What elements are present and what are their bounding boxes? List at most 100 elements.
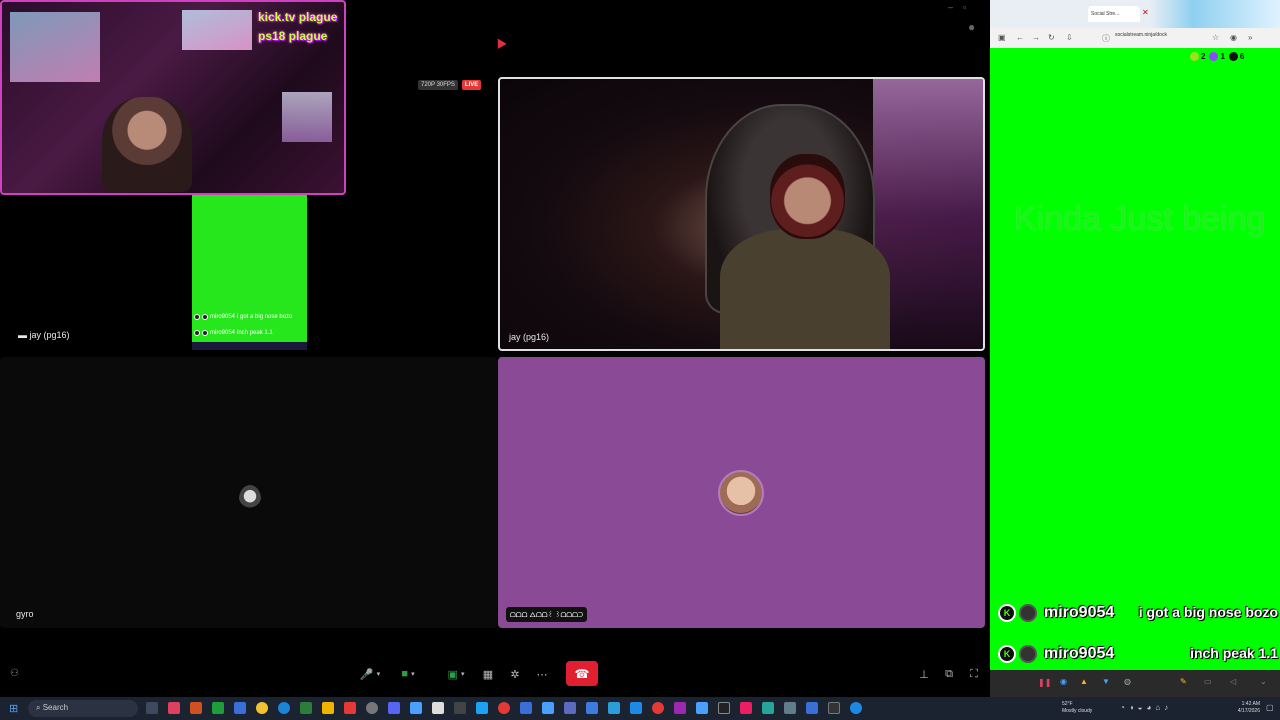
app-icon[interactable] xyxy=(762,702,774,714)
download-icon[interactable]: ⇩ xyxy=(1066,33,1073,42)
chrome-icon[interactable] xyxy=(256,702,268,714)
mini-chat-row: miro9054 inch peak 1.1 xyxy=(194,330,273,336)
hangup-button[interactable]: ☎ xyxy=(566,661,598,686)
mini-chat-text: i got a big nose bozo xyxy=(237,314,293,320)
participant-tile-gyro[interactable]: gyro xyxy=(0,357,497,628)
kick-count: 6 xyxy=(1239,52,1245,61)
app-icon[interactable] xyxy=(168,702,180,714)
app-icon[interactable] xyxy=(498,702,510,714)
app-icon[interactable] xyxy=(608,702,620,714)
edge-icon[interactable] xyxy=(278,702,290,714)
bell-icon[interactable]: ▲ xyxy=(1080,677,1088,686)
highlight-icon[interactable]: ✎ xyxy=(1180,677,1187,686)
green-screen-tile[interactable]: miro9054 i got a big nose bozo miro9054 … xyxy=(192,195,307,350)
app-icon[interactable] xyxy=(454,702,466,714)
app-icon[interactable] xyxy=(476,702,488,714)
close-tab-icon[interactable]: ✕ xyxy=(1142,8,1149,17)
notification-icon[interactable]: ▢ xyxy=(1266,703,1274,712)
obs-icon[interactable] xyxy=(366,702,378,714)
app-icon[interactable] xyxy=(542,702,554,714)
participant-name-label: ▬ jay (pg16) xyxy=(18,330,70,340)
file-explorer-icon[interactable] xyxy=(322,702,334,714)
screenshare-button[interactable]: ▣ ▾ xyxy=(440,666,472,682)
search-icon: ⌕ xyxy=(36,703,41,712)
camera-button[interactable]: ■ ▾ xyxy=(392,666,424,682)
preview-anime-screen xyxy=(10,12,100,82)
pin-button[interactable]: ⊥ xyxy=(917,666,931,682)
app-icon[interactable] xyxy=(850,702,862,714)
fullscreen-button[interactable]: ⛶ xyxy=(967,666,981,682)
filter-icon[interactable]: ▼ xyxy=(1102,677,1110,686)
app-icon[interactable] xyxy=(740,702,752,714)
forward-icon[interactable]: → xyxy=(1032,33,1040,42)
app-icon[interactable] xyxy=(520,702,532,714)
app-icon[interactable] xyxy=(234,702,246,714)
collapse-icon[interactable]: ⌄ xyxy=(1260,677,1267,686)
app-icon[interactable] xyxy=(410,702,422,714)
site-info-icon[interactable]: ⓘ xyxy=(1102,33,1110,44)
clock[interactable]: 1:42 AM 4/17/2026 xyxy=(1226,701,1260,715)
app-icon[interactable] xyxy=(432,702,444,714)
extensions-icon[interactable]: ▣ xyxy=(998,33,1006,42)
microphone-button[interactable]: 🎤 ▾ xyxy=(356,666,384,682)
xbox-icon[interactable] xyxy=(212,702,224,714)
profile-icon[interactable]: ◉ xyxy=(1230,33,1237,42)
participant-name: gyro xyxy=(16,609,34,619)
kick-icon xyxy=(1228,52,1238,62)
app-icon[interactable] xyxy=(696,702,708,714)
main-camera-tile[interactable]: jay (pg16) xyxy=(498,77,985,351)
weather-widget[interactable]: 52°F Mostly cloudy xyxy=(1062,701,1092,715)
more-icon: ⋯ xyxy=(536,668,548,681)
app-icon[interactable] xyxy=(784,702,796,714)
avatar xyxy=(202,314,208,320)
quality-badge: 720P 30FPS xyxy=(418,80,458,90)
live-badge: LIVE xyxy=(461,80,482,90)
windows-start-icon[interactable]: ⊞ xyxy=(9,702,18,715)
app-icon[interactable] xyxy=(344,702,356,714)
stream-preview-tile[interactable]: kick.tv plague ps18 plague xyxy=(0,0,346,195)
app-icon[interactable] xyxy=(674,702,686,714)
weather-desc: Mostly cloudy xyxy=(1062,708,1093,714)
pause-icon[interactable]: ❚❚ xyxy=(1038,678,1051,687)
maximize-icon[interactable]: ▫ xyxy=(963,2,966,12)
settings-icon[interactable]: ◉ xyxy=(1060,677,1067,686)
tools-icon[interactable]: ◍ xyxy=(1124,677,1131,686)
popout-button[interactable]: ⧉ xyxy=(942,666,956,682)
minimize-icon[interactable]: – xyxy=(948,2,953,12)
app-icon[interactable] xyxy=(718,702,730,714)
windows-taskbar: ⊞ ⌕ Search 52°F Mostly cloudy ◔◑◒◕⌂♪ 1:4… xyxy=(0,697,1280,720)
browser-tab[interactable]: Social Stre... xyxy=(1088,6,1140,22)
system-tray-icons[interactable]: ◔◑◒◕⌂♪ xyxy=(1120,703,1172,712)
stream-overlay-title: kick.tv plague ps18 plague xyxy=(258,8,344,46)
app-icon[interactable] xyxy=(564,702,576,714)
app-icon[interactable] xyxy=(190,702,202,714)
mini-toolbar xyxy=(192,342,307,350)
app-icon[interactable] xyxy=(630,702,642,714)
taskbar-search[interactable]: ⌕ Search xyxy=(28,700,138,717)
layout-button[interactable]: ▦ xyxy=(480,666,496,682)
task-view-icon[interactable] xyxy=(146,702,158,714)
chat-message: K miro9054 inch peak 1.1 xyxy=(998,645,1278,663)
app-icon[interactable] xyxy=(806,702,818,714)
app-icon[interactable] xyxy=(586,702,598,714)
viewers-stat: 2 xyxy=(1190,52,1205,62)
participant-tile-purple[interactable]: ᗝᗝᗝ ᐃᗝᗝ꒰ ꒱ᗝᗝᗝᑐ xyxy=(498,357,985,628)
accessibility-icon[interactable]: ⚇ xyxy=(10,668,19,679)
volume-icon[interactable]: ◁ xyxy=(1230,677,1236,686)
back-icon[interactable]: ← xyxy=(1016,33,1024,42)
more-options-button[interactable]: ⋯ xyxy=(534,666,550,682)
discord-icon[interactable] xyxy=(388,702,400,714)
app-icon[interactable] xyxy=(300,702,312,714)
bookmark-star-icon[interactable]: ☆ xyxy=(1212,33,1219,42)
url-field[interactable]: socialstream.ninja/dock xyxy=(1115,32,1185,38)
app-icon[interactable] xyxy=(828,702,840,714)
effects-button[interactable]: ✲ xyxy=(507,666,523,682)
overlay-subtitle-text: ps18 plague xyxy=(258,29,328,43)
app-icon[interactable] xyxy=(652,702,664,714)
kick-icon: K xyxy=(998,604,1016,622)
chat-bubble-icon[interactable]: ● xyxy=(968,20,975,34)
avatar xyxy=(239,485,261,513)
keyboard-icon[interactable]: ▭ xyxy=(1204,677,1212,686)
chevron-right-icon[interactable]: » xyxy=(1248,33,1252,42)
reload-icon[interactable]: ↻ xyxy=(1048,33,1055,42)
